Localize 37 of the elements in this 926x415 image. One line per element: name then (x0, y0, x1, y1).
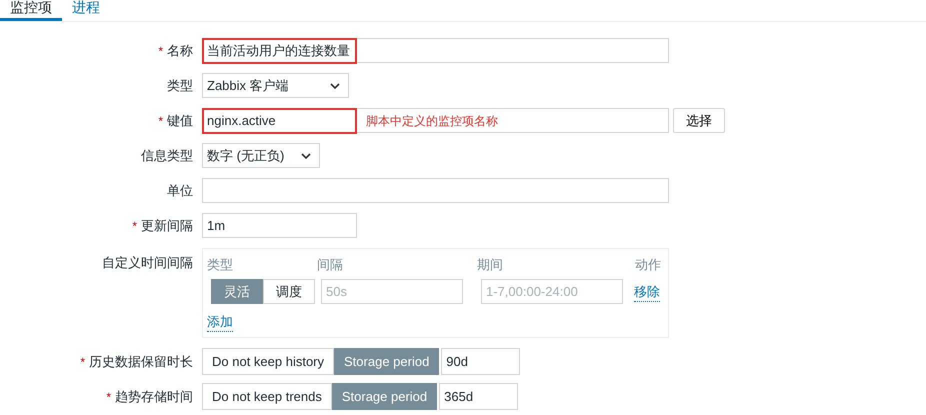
field-label: 自定义时间间隔 (102, 254, 193, 272)
remove-link[interactable]: 移除 (634, 283, 660, 302)
required-mark: * (106, 390, 111, 404)
chevron-down-icon (301, 152, 311, 158)
column-header: 动作 (635, 256, 661, 274)
required-mark: * (158, 44, 163, 58)
field-label: 键值 (167, 112, 193, 130)
dropdown[interactable]: Zabbix 客户端 (202, 73, 349, 98)
select-button[interactable]: 选择 (673, 108, 725, 133)
column-header: 间隔 (317, 256, 343, 274)
annotation-note: 脚本中定义的监控项名称 (366, 113, 498, 130)
tab[interactable]: 监控项 (0, 0, 62, 21)
tab[interactable]: 进程 (62, 0, 110, 21)
field-label: 单位 (167, 182, 193, 200)
text-field[interactable]: 1m (202, 213, 357, 238)
period-value-field[interactable]: 365d (439, 383, 518, 410)
text-field[interactable] (202, 178, 669, 203)
field-label: 信息类型 (141, 146, 193, 164)
period-field[interactable]: 1-7,00:00-24:00 (481, 279, 623, 304)
storage-toggle[interactable]: Do not keep trends (202, 383, 332, 410)
dropdown[interactable]: 数字 (无正负) (202, 143, 320, 168)
field-label: 更新间隔 (141, 216, 193, 234)
field-label: 趋势存储时间 (115, 388, 193, 406)
add-link[interactable]: 添加 (207, 313, 233, 332)
chevron-down-icon (330, 82, 340, 88)
column-header: 期间 (477, 256, 503, 274)
storage-toggle[interactable]: Do not keep history (202, 348, 334, 375)
column-header: 类型 (207, 256, 233, 274)
required-mark: * (80, 354, 85, 368)
mode-toggle[interactable]: 调度 (263, 279, 315, 304)
required-mark: * (132, 218, 137, 232)
interval-field[interactable]: 50s (321, 279, 463, 304)
field-label: 历史数据保留时长 (89, 352, 193, 370)
field-label: 类型 (167, 76, 193, 94)
field-label: 名称 (167, 42, 193, 60)
period-value-field[interactable]: 90d (441, 348, 520, 375)
required-mark: * (158, 114, 163, 128)
